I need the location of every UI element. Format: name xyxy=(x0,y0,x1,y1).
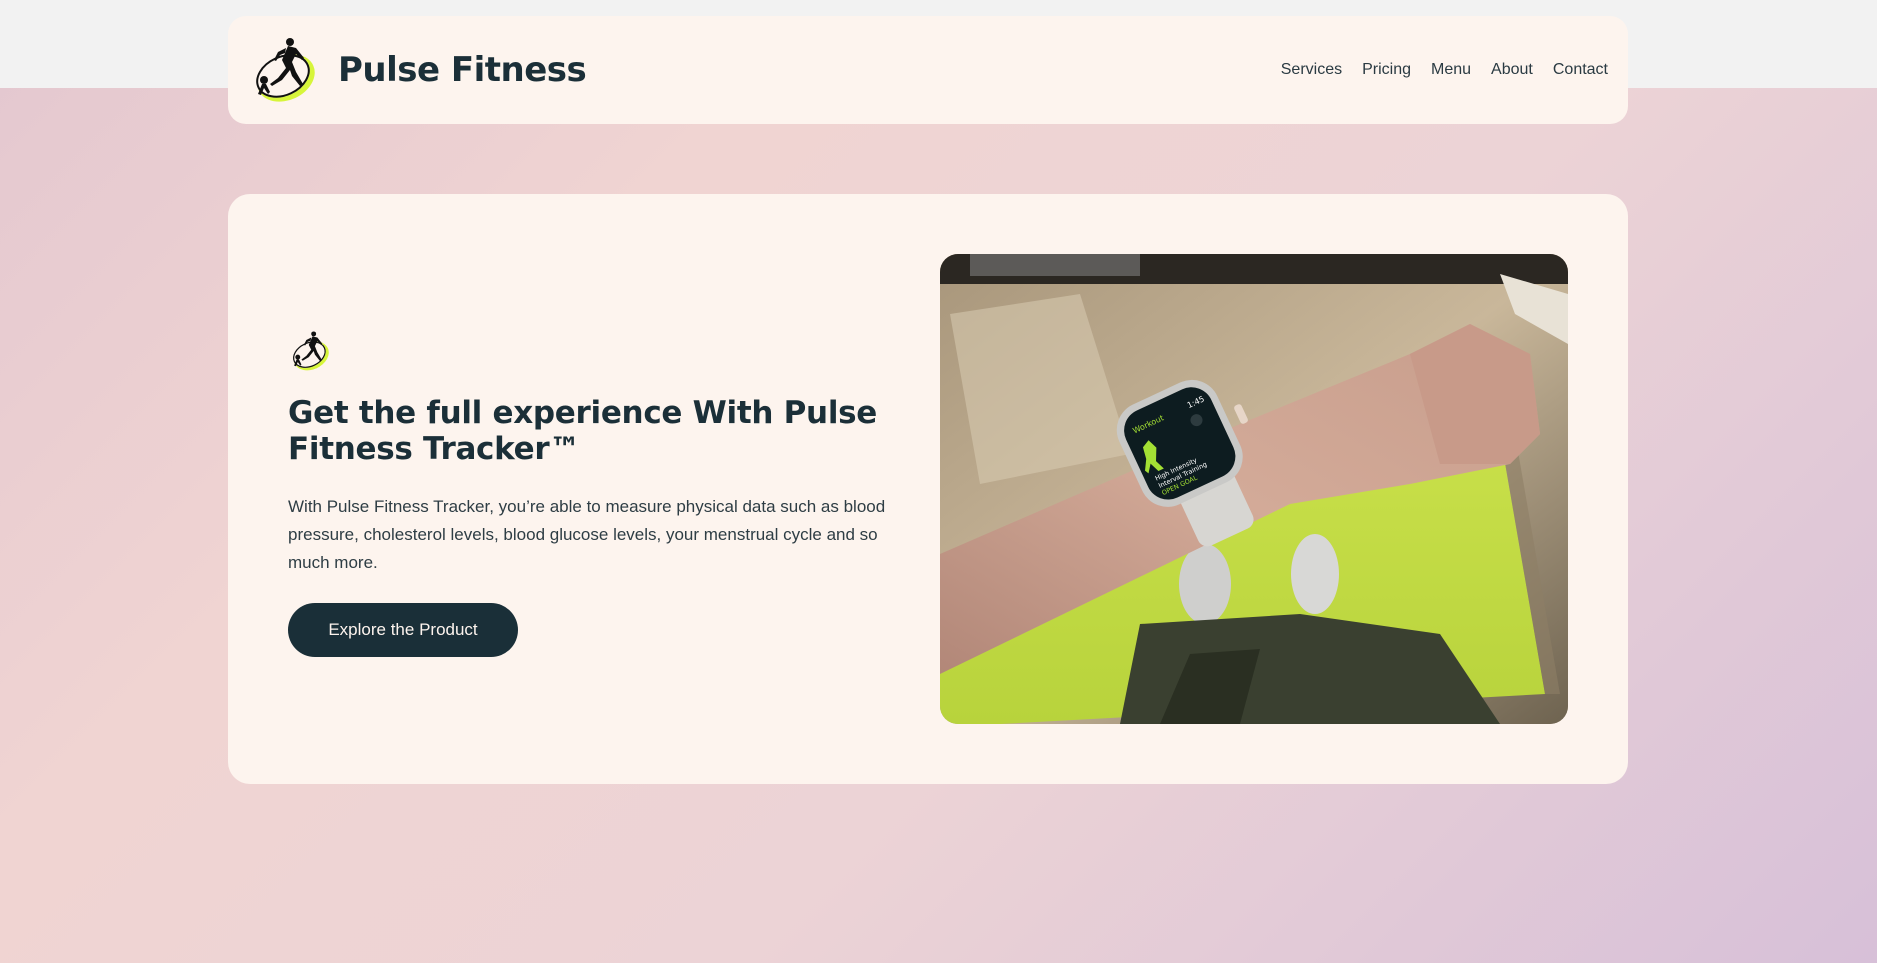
explore-product-button[interactable]: Explore the Product xyxy=(288,603,518,657)
running-woman-logo-icon[interactable] xyxy=(248,34,320,106)
nav-pricing[interactable]: Pricing xyxy=(1362,61,1411,79)
nav-about[interactable]: About xyxy=(1491,61,1533,79)
brand-name[interactable]: Pulse Fitness xyxy=(338,50,587,90)
hero-title: Get the full experience With Pulse Fitne… xyxy=(288,395,878,467)
nav-contact[interactable]: Contact xyxy=(1553,61,1608,79)
running-woman-logo-icon xyxy=(293,331,329,371)
watch-on-wrist-image: Workout 1:45 High Intensity Interval Tra… xyxy=(940,254,1568,724)
site-header: Pulse Fitness Services Pricing Menu Abou… xyxy=(228,16,1628,124)
hero-description: With Pulse Fitness Tracker, you’re able … xyxy=(288,497,886,572)
main-nav: Services Pricing Menu About Contact xyxy=(1281,61,1608,79)
nav-services[interactable]: Services xyxy=(1281,61,1342,79)
hero-card: Get the full experience With Pulse Fitne… xyxy=(228,194,1628,784)
hero-photo: Workout 1:45 High Intensity Interval Tra… xyxy=(940,254,1568,724)
hero-text: Get the full experience With Pulse Fitne… xyxy=(288,329,908,657)
nav-menu[interactable]: Menu xyxy=(1431,61,1471,79)
